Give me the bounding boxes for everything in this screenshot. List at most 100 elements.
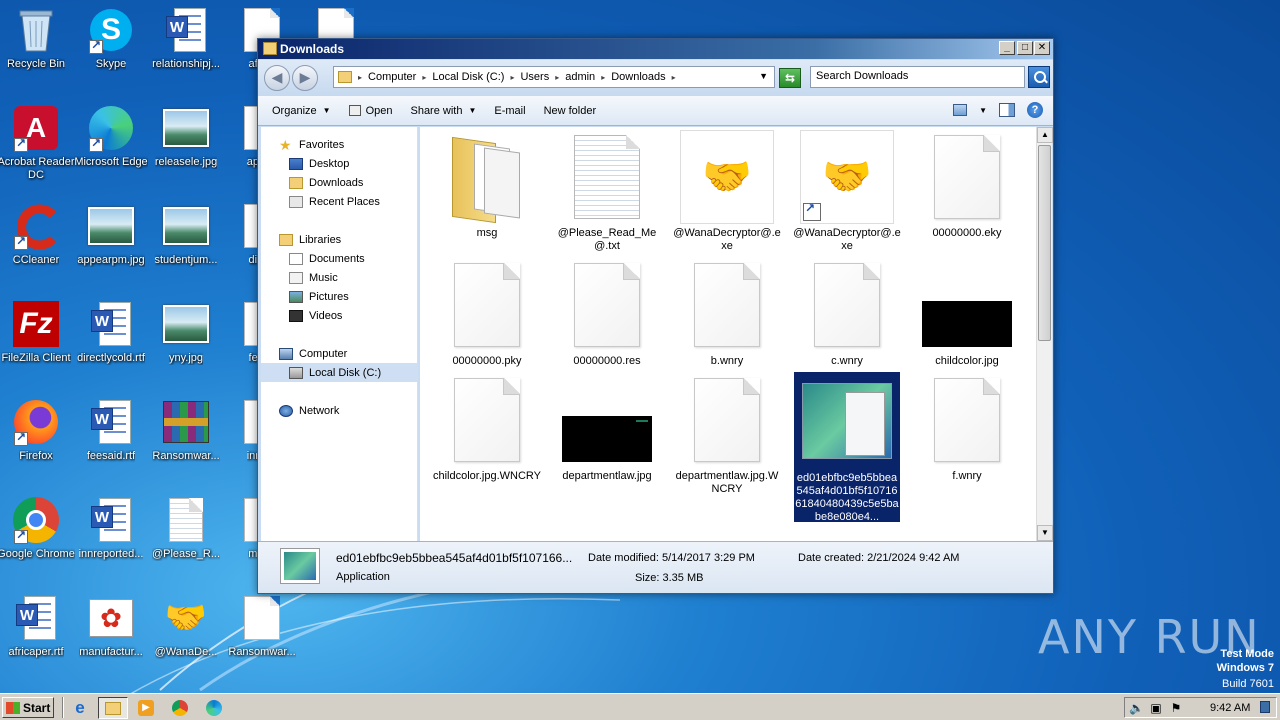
email-button[interactable]: E-mail [494, 105, 525, 117]
desktop-icon-skype[interactable]: S Skype [71, 6, 151, 94]
action-center-flag-icon[interactable]: ⚑ [1169, 701, 1183, 715]
new-folder-button[interactable]: New folder [544, 105, 597, 117]
desktop-icon-label: relationshipj... [152, 58, 220, 70]
organize-button[interactable]: Organize ▼ [272, 105, 331, 117]
desktop-icon-acrobat[interactable]: A Acrobat Reader DC [0, 104, 76, 192]
explorer-taskbar-icon[interactable] [98, 697, 128, 719]
title-bar[interactable]: Downloads _ □ ✕ [258, 39, 1053, 59]
breadcrumb-admin[interactable]: admin [565, 71, 595, 83]
desktop-icon-innreported[interactable]: W innreported... [71, 496, 151, 584]
file-item[interactable]: msg [432, 129, 542, 240]
blank-file-icon [799, 257, 895, 353]
nav-downloads[interactable]: Downloads [261, 173, 418, 192]
desktop-icon-manufactur[interactable]: ✿ manufactur... [71, 594, 151, 682]
scroll-thumb[interactable] [1038, 145, 1051, 341]
desktop-icon-wanadecryptor[interactable]: 🤝 @WanaDe... [146, 594, 226, 682]
desktop-icon-recycle-bin[interactable]: Recycle Bin [0, 6, 76, 94]
nav-computer[interactable]: Computer [261, 344, 418, 363]
file-item[interactable]: childcolor.jpg [912, 257, 1022, 368]
search-input[interactable]: Search Downloads [810, 66, 1025, 88]
edge-icon[interactable] [204, 698, 224, 718]
nav-network[interactable]: Network [261, 401, 418, 420]
breadcrumb-local-disk[interactable]: Local Disk (C:) [432, 71, 504, 83]
blank-file-icon [919, 129, 1015, 225]
nav-music[interactable]: Music [261, 268, 418, 287]
start-button[interactable]: Start [2, 697, 54, 718]
network-tray-icon[interactable]: ▣ [1149, 701, 1163, 715]
chrome-icon[interactable] [170, 698, 190, 718]
desktop-icon-relationship[interactable]: W relationshipj... [146, 6, 226, 94]
desktop-icon-filezilla[interactable]: Fz FileZilla Client [0, 300, 76, 388]
chevron-down-icon[interactable]: ▼ [759, 71, 768, 81]
file-item[interactable]: 00000000.pky [432, 257, 542, 368]
back-button[interactable]: ◀ [264, 65, 290, 91]
file-item[interactable]: 00000000.eky [912, 129, 1022, 240]
file-item[interactable]: departmentlaw.jpg [552, 372, 662, 483]
address-bar[interactable]: ▸ Computer ▸ Local Disk (C:) ▸ Users ▸ a… [333, 66, 775, 88]
desktop-icon-please-read[interactable]: @Please_R... [146, 496, 226, 584]
breadcrumb-users[interactable]: Users [520, 71, 549, 83]
nav-videos[interactable]: Videos [261, 306, 418, 325]
desktop-icon-edge[interactable]: Microsoft Edge [71, 104, 151, 192]
preview-pane-icon[interactable] [999, 103, 1015, 117]
close-button[interactable]: ✕ [1034, 41, 1050, 55]
forward-button[interactable]: ▶ [292, 65, 318, 91]
desktop-icon-ransomware[interactable]: Ransomwar... [222, 594, 302, 682]
nav-documents[interactable]: Documents [261, 249, 418, 268]
file-item[interactable]: b.wnry [672, 257, 782, 368]
file-item[interactable]: 🤝 @WanaDecryptor@.exe [672, 129, 782, 253]
show-desktop-button[interactable] [1260, 701, 1270, 713]
nav-local-disk[interactable]: Local Disk (C:) [261, 363, 418, 382]
chevron-right-icon[interactable]: ▸ [422, 73, 426, 82]
desktop-icon-releasele[interactable]: releasele.jpg [146, 104, 226, 192]
media-player-icon[interactable]: ▶ [136, 698, 156, 718]
nav-desktop[interactable]: Desktop [261, 154, 418, 173]
breadcrumb-downloads[interactable]: Downloads [611, 71, 665, 83]
edge-icon [87, 104, 135, 152]
change-view-icon[interactable] [953, 104, 968, 116]
desktop-icon-africaper[interactable]: W africaper.rtf [0, 594, 76, 682]
refresh-button[interactable]: ⇆ [779, 68, 801, 88]
file-item[interactable]: c.wnry [792, 257, 902, 368]
file-item[interactable]: 00000000.res [552, 257, 662, 368]
file-item-selected[interactable]: ed01ebfbc9eb5bbea545af4d01bf5f1071661840… [794, 372, 900, 522]
internet-explorer-icon[interactable]: e [70, 698, 90, 718]
nav-pictures[interactable]: Pictures [261, 287, 418, 306]
chevron-down-icon[interactable]: ▼ [979, 106, 987, 115]
nav-libraries[interactable]: Libraries [261, 230, 418, 249]
desktop-icon-studentjum[interactable]: studentjum... [146, 202, 226, 290]
desktop-icon-ransomware-rar[interactable]: Ransomwar... [146, 398, 226, 486]
file-item[interactable]: f.wnry [912, 372, 1022, 483]
chevron-right-icon[interactable]: ▸ [510, 73, 514, 82]
chevron-right-icon[interactable]: ▸ [672, 73, 676, 82]
chevron-right-icon[interactable]: ▸ [555, 73, 559, 82]
desktop-icon-ccleaner[interactable]: CCleaner [0, 202, 76, 290]
vertical-scrollbar[interactable]: ▲ ▼ [1036, 127, 1053, 541]
file-item[interactable]: departmentlaw.jpg.WNCRY [672, 372, 782, 496]
chevron-right-icon[interactable]: ▸ [601, 73, 605, 82]
minimize-button[interactable]: _ [999, 41, 1015, 55]
search-icon[interactable] [1028, 66, 1050, 88]
desktop-icon-appearpm[interactable]: appearpm.jpg [71, 202, 151, 290]
nav-recent-places[interactable]: Recent Places [261, 192, 418, 211]
breadcrumb-computer[interactable]: Computer [368, 71, 416, 83]
address-row: ◀ ▶ ▸ Computer ▸ Local Disk (C:) ▸ Users… [258, 60, 1053, 96]
nav-favorites[interactable]: ★ Favorites [261, 135, 418, 154]
file-item[interactable]: @Please_Read_Me@.txt [552, 129, 662, 253]
desktop-icon-label: Ransomwar... [152, 450, 220, 462]
desktop-icon-chrome[interactable]: Google Chrome [0, 496, 76, 584]
scroll-up-icon[interactable]: ▲ [1037, 127, 1053, 143]
clock[interactable]: 9:42 AM [1210, 702, 1250, 714]
file-item[interactable]: 🤝 @WanaDecryptor@.exe [792, 129, 902, 253]
scroll-down-icon[interactable]: ▼ [1037, 525, 1053, 541]
volume-icon[interactable]: 🔈 [1129, 701, 1144, 715]
file-item[interactable]: childcolor.jpg.WNCRY [432, 372, 542, 483]
help-icon[interactable]: ? [1027, 102, 1043, 118]
maximize-button[interactable]: □ [1017, 41, 1033, 55]
open-button[interactable]: Open [348, 105, 392, 117]
desktop-icon-firefox[interactable]: Firefox [0, 398, 76, 486]
share-with-button[interactable]: Share with ▼ [410, 105, 476, 117]
desktop-icon-feesaid[interactable]: W feesaid.rtf [71, 398, 151, 486]
desktop-icon-directlycold[interactable]: W directlycold.rtf [71, 300, 151, 388]
desktop-icon-yny[interactable]: yny.jpg [146, 300, 226, 388]
